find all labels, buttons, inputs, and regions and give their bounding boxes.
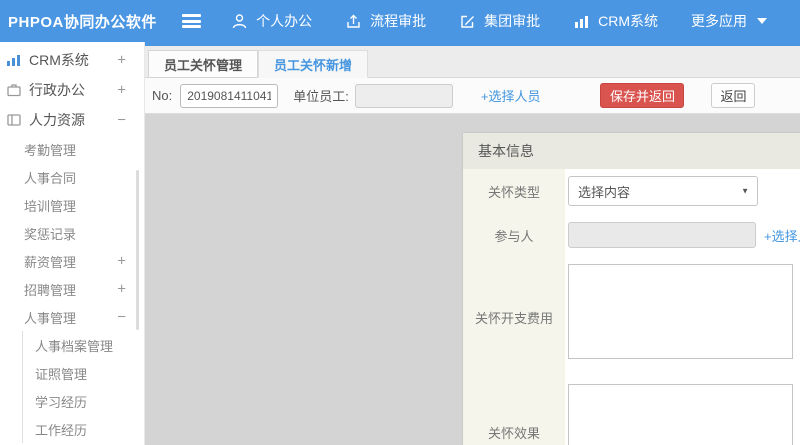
save-and-return-button[interactable]: 保存并返回 — [600, 83, 685, 108]
bar-chart-icon — [6, 52, 22, 68]
toolbar: No: 单位员工: +选择人员 保存并返回 返回 — [145, 78, 800, 114]
sidebar-item-label: 奖惩记录 — [24, 226, 77, 242]
app-window: PHPOA协同办公软件 个人办公 流程审批 集团审批 CRM系统 更多应用 CR… — [0, 0, 800, 445]
edit-icon — [459, 13, 476, 30]
hamburger-menu-icon[interactable] — [181, 14, 202, 28]
workspace: 基本信息 关怀类型 选择内容 ▼ 参与人 +选择人员 — [145, 114, 800, 445]
nav-item-label: 流程审批 — [370, 13, 427, 29]
sidebar-item-label: 人力资源 — [29, 112, 85, 128]
sidebar-item-hr-contract[interactable]: 人事合同 — [0, 163, 144, 191]
sidebar-item-rewards[interactable]: 奖惩记录 — [0, 219, 144, 247]
care-expense-label: 关怀开支费用 — [463, 257, 565, 377]
sidebar-scrollbar[interactable] — [136, 170, 139, 330]
select-personnel-link[interactable]: +选择人员 — [481, 86, 541, 105]
sidebar-item-recruitment[interactable]: 招聘管理 + — [0, 275, 144, 303]
sidebar-item-label: 学习经历 — [35, 394, 88, 410]
app-logo: PHPOA协同办公软件 — [8, 13, 157, 31]
tab-bar: 员工关怀管理 员工关怀新增 — [145, 42, 800, 78]
form-row-care-expense: 关怀开支费用 — [463, 257, 800, 377]
nav-item-group-approval[interactable]: 集团审批 — [459, 11, 540, 31]
sidebar-item-personnel-files[interactable]: 人事档案管理 — [22, 331, 144, 359]
sidebar-item-personnel[interactable]: 人事管理 − — [0, 303, 144, 331]
sidebar-item-certificates[interactable]: 证照管理 — [22, 359, 144, 387]
book-icon — [6, 112, 22, 128]
expand-plus-icon[interactable]: + — [117, 253, 126, 270]
sidebar-item-salary[interactable]: 薪资管理 + — [0, 247, 144, 275]
sidebar-item-human-resources[interactable]: 人力资源 − — [0, 105, 144, 135]
tab-employee-care-management[interactable]: 员工关怀管理 — [148, 50, 258, 78]
bar-chart-icon — [573, 13, 590, 30]
main-region: 员工关怀管理 员工关怀新增 No: 单位员工: +选择人员 保存并返回 返回 基… — [145, 42, 800, 445]
nav-item-label: CRM系统 — [598, 13, 658, 29]
sidebar-item-label: 人事合同 — [24, 170, 77, 186]
care-effect-label: 关怀效果 — [463, 377, 565, 445]
sidebar-item-work-history[interactable]: 工作经历 — [22, 415, 144, 443]
nav-item-crm-system[interactable]: CRM系统 — [573, 11, 658, 31]
nav-item-label: 个人办公 — [256, 13, 313, 29]
participants-input[interactable] — [568, 222, 756, 248]
unit-employee-input[interactable] — [354, 83, 453, 108]
sidebar-item-label: 证照管理 — [35, 366, 88, 382]
person-icon — [231, 13, 248, 30]
expand-minus-icon[interactable]: − — [117, 309, 126, 326]
form-row-participants: 参与人 +选择人员 — [463, 213, 800, 257]
sidebar-item-label: 行政办公 — [29, 82, 85, 98]
sidebar-item-label: 薪资管理 — [24, 254, 77, 270]
briefcase-icon — [6, 82, 22, 98]
nav-item-more-apps[interactable]: 更多应用 — [691, 11, 767, 31]
return-button[interactable]: 返回 — [711, 83, 756, 108]
nav-item-label: 更多应用 — [691, 13, 747, 29]
care-type-label: 关怀类型 — [463, 169, 565, 213]
sidebar: CRM系统 + 行政办公 + 人力资源 − 考勤管理 人事合同 培训管理 奖惩记… — [0, 42, 145, 445]
expand-plus-icon[interactable]: + — [117, 82, 126, 99]
sidebar-item-crm[interactable]: CRM系统 + — [0, 45, 144, 75]
care-effect-textarea[interactable] — [568, 384, 793, 445]
unit-employee-label: 单位员工: — [293, 89, 349, 104]
sidebar-item-label: 人事档案管理 — [35, 338, 114, 354]
sidebar-item-label: 招聘管理 — [24, 282, 77, 298]
top-nav-items: 个人办公 流程审批 集团审批 CRM系统 更多应用 — [231, 11, 800, 31]
sidebar-item-education-history[interactable]: 学习经历 — [22, 387, 144, 415]
sidebar-item-admin-office[interactable]: 行政办公 + — [0, 75, 144, 105]
care-type-select[interactable]: 选择内容 ▼ — [568, 176, 758, 206]
basic-info-panel: 基本信息 关怀类型 选择内容 ▼ 参与人 +选择人员 — [463, 133, 800, 445]
tab-employee-care-new[interactable]: 员工关怀新增 — [258, 50, 368, 78]
care-type-selected-value[interactable]: 选择内容 — [568, 176, 758, 206]
care-expense-textarea[interactable] — [568, 264, 793, 359]
expand-minus-icon[interactable]: − — [117, 112, 126, 129]
form-row-care-type: 关怀类型 选择内容 ▼ — [463, 169, 800, 213]
caret-down-icon — [757, 18, 767, 24]
chevron-down-icon: ▼ — [741, 186, 749, 196]
nav-item-label: 集团审批 — [484, 13, 541, 29]
nav-item-personal-office[interactable]: 个人办公 — [231, 11, 312, 31]
top-navbar: PHPOA协同办公软件 个人办公 流程审批 集团审批 CRM系统 更多应用 — [0, 0, 800, 42]
no-label: No: — [152, 88, 173, 103]
no-input[interactable] — [180, 83, 279, 108]
sidebar-item-label: CRM系统 — [29, 52, 89, 68]
form-row-care-effect: 关怀效果 — [463, 377, 800, 445]
panel-header: 基本信息 — [463, 133, 800, 169]
submit-icon — [345, 13, 362, 30]
sidebar-item-label: 培训管理 — [24, 198, 77, 214]
nav-item-workflow-approval[interactable]: 流程审批 — [345, 11, 426, 31]
sidebar-item-label: 工作经历 — [35, 422, 88, 438]
sidebar-item-training[interactable]: 培训管理 — [0, 191, 144, 219]
sidebar-item-attendance[interactable]: 考勤管理 — [0, 135, 144, 163]
participants-label: 参与人 — [463, 213, 565, 257]
expand-plus-icon[interactable]: + — [117, 281, 126, 298]
expand-plus-icon[interactable]: + — [117, 52, 126, 69]
select-participants-link[interactable]: +选择人员 — [764, 226, 800, 245]
sidebar-item-label: 人事管理 — [24, 310, 77, 326]
sidebar-item-label: 考勤管理 — [24, 142, 77, 158]
